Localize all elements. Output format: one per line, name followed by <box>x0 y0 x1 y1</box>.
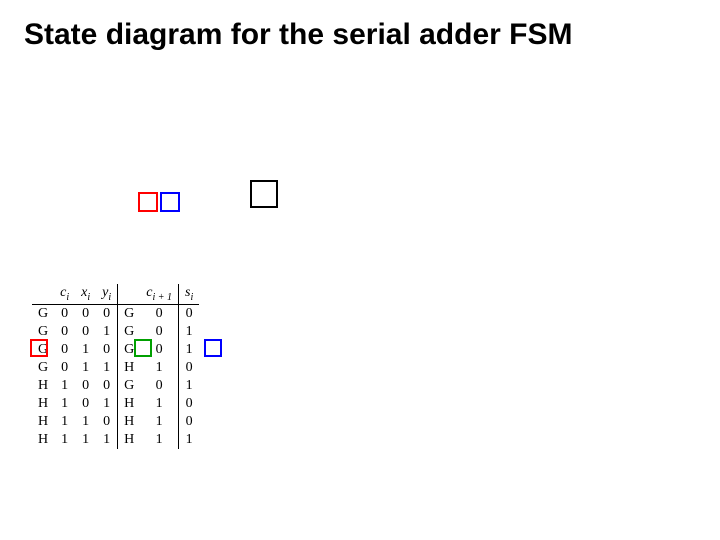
cell-yi: 1 <box>96 323 118 341</box>
table-row: G001G01 <box>32 323 199 341</box>
table-row: H100G01 <box>32 377 199 395</box>
table-row: G011H10 <box>32 359 199 377</box>
highlight-output-icon <box>204 339 222 357</box>
cell-si: 0 <box>179 413 200 431</box>
col-si: si <box>179 284 200 304</box>
cell-xi: 1 <box>75 431 96 449</box>
col-ci: ci <box>54 284 75 304</box>
cell-state-out: G <box>118 341 141 359</box>
cell-ci: 0 <box>54 341 75 359</box>
cell-state-out: H <box>118 413 141 431</box>
cell-ci1: 1 <box>140 431 178 449</box>
cell-state-out: H <box>118 359 141 377</box>
cell-ci: 0 <box>54 323 75 341</box>
slide-title: State diagram for the serial adder FSM <box>24 18 572 52</box>
cell-yi: 0 <box>96 341 118 359</box>
cell-ci1: 0 <box>140 377 178 395</box>
cell-xi: 0 <box>75 323 96 341</box>
cell-ci1: 0 <box>140 341 178 359</box>
truth-table: ci xi yi ci + 1 si G <box>32 284 199 449</box>
cell-si: 1 <box>179 323 200 341</box>
cell-ci: 1 <box>54 413 75 431</box>
col-yi: yi <box>96 284 118 304</box>
cell-state-in: G <box>32 359 54 377</box>
cell-state-out: G <box>118 323 141 341</box>
glyph-placeholder-pair <box>138 192 180 212</box>
cell-state-in: H <box>32 431 54 449</box>
cell-ci1: 0 <box>140 304 178 323</box>
cell-xi: 1 <box>75 341 96 359</box>
table-row: G010G01 <box>32 341 199 359</box>
cell-yi: 0 <box>96 304 118 323</box>
cell-si: 0 <box>179 304 200 323</box>
table-row: H110H10 <box>32 413 199 431</box>
cell-ci: 1 <box>54 395 75 413</box>
cell-xi: 1 <box>75 359 96 377</box>
cell-ci1: 1 <box>140 359 178 377</box>
cell-state-in: H <box>32 377 54 395</box>
cell-si: 1 <box>179 341 200 359</box>
col-xi: xi <box>75 284 96 304</box>
table-row: H101H10 <box>32 395 199 413</box>
placeholder-box-black-icon <box>250 180 278 208</box>
cell-xi: 1 <box>75 413 96 431</box>
cell-ci: 0 <box>54 304 75 323</box>
cell-yi: 0 <box>96 377 118 395</box>
cell-ci: 0 <box>54 359 75 377</box>
table-row: G000G00 <box>32 304 199 323</box>
cell-xi: 0 <box>75 304 96 323</box>
cell-ci1: 1 <box>140 413 178 431</box>
placeholder-box-blue-icon <box>160 192 180 212</box>
cell-si: 0 <box>179 395 200 413</box>
cell-state-out: H <box>118 431 141 449</box>
cell-ci1: 0 <box>140 323 178 341</box>
cell-si: 1 <box>179 431 200 449</box>
cell-state-in: G <box>32 341 54 359</box>
cell-ci: 1 <box>54 431 75 449</box>
cell-yi: 1 <box>96 395 118 413</box>
col-ci1: ci + 1 <box>140 284 178 304</box>
cell-si: 0 <box>179 359 200 377</box>
cell-state-in: H <box>32 395 54 413</box>
cell-xi: 0 <box>75 395 96 413</box>
cell-state-out: H <box>118 395 141 413</box>
cell-yi: 0 <box>96 413 118 431</box>
cell-state-in: G <box>32 304 54 323</box>
cell-xi: 0 <box>75 377 96 395</box>
cell-state-in: H <box>32 413 54 431</box>
placeholder-box-red-icon <box>138 192 158 212</box>
table-row: H111H11 <box>32 431 199 449</box>
cell-si: 1 <box>179 377 200 395</box>
cell-ci1: 1 <box>140 395 178 413</box>
cell-state-in: G <box>32 323 54 341</box>
cell-state-out: G <box>118 304 141 323</box>
cell-state-out: G <box>118 377 141 395</box>
cell-ci: 1 <box>54 377 75 395</box>
cell-yi: 1 <box>96 431 118 449</box>
cell-yi: 1 <box>96 359 118 377</box>
